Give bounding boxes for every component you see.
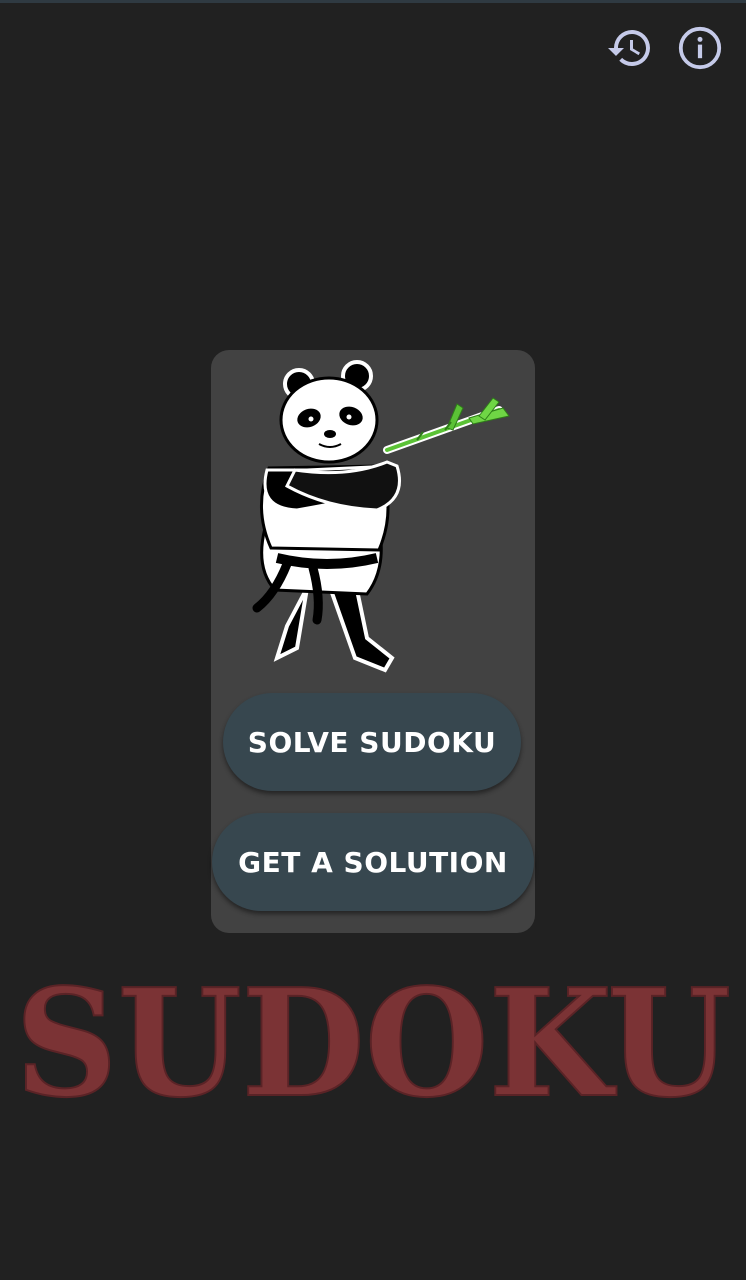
panda-mascot-image: [252, 360, 510, 673]
get-solution-button[interactable]: GET A SOLUTION: [212, 813, 534, 911]
sudoku-logo-text: SUDOKU: [15, 975, 731, 1115]
solve-sudoku-button[interactable]: SOLVE SUDOKU: [223, 693, 521, 791]
history-button[interactable]: [604, 22, 656, 74]
info-button[interactable]: [674, 22, 726, 74]
main-menu-card: SOLVE SUDOKU GET A SOLUTION: [211, 350, 535, 933]
history-icon: [608, 30, 650, 67]
bamboo-stick: [383, 397, 510, 454]
status-bar-edge: [0, 0, 746, 3]
sudoku-logo: SUDOKU: [14, 975, 732, 1115]
info-icon: [678, 26, 722, 70]
